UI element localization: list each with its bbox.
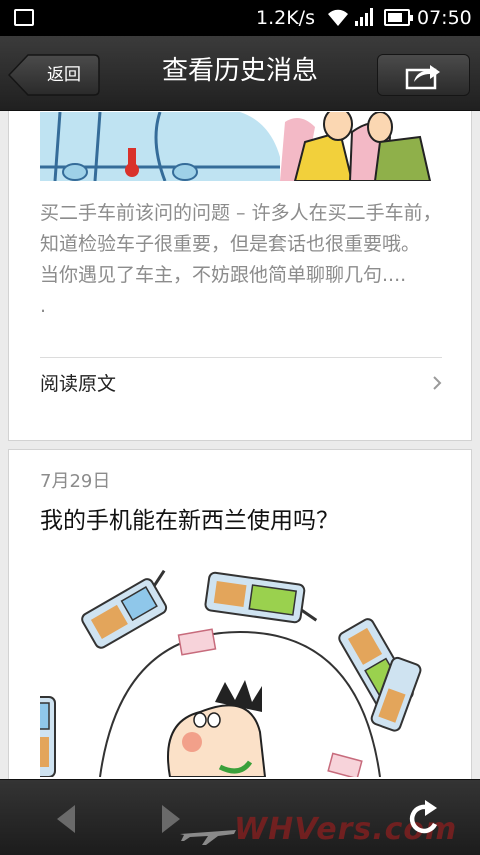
page-title: 查看历史消息 xyxy=(161,56,318,86)
status-bar: 1.2K/s 07:50 xyxy=(0,0,480,36)
share-icon xyxy=(405,65,440,90)
wifi-icon xyxy=(328,9,348,27)
back-button[interactable]: 返回 xyxy=(8,54,100,96)
read-original-link[interactable]: 阅读原文 xyxy=(40,358,442,410)
article-date: 7月29日 xyxy=(40,471,111,492)
title-bar: 返回 查看历史消息 xyxy=(0,36,480,111)
article-excerpt: 买二手车前该问的问题 – 许多人在买二手车前，知道检验车子很重要，但是套话也很重… xyxy=(40,198,450,322)
excerpt-line: 当你遇见了车主，不妨跟他简单聊聊几句.... xyxy=(40,264,407,286)
network-speed: 1.2K/s xyxy=(256,7,315,29)
article-card: 7月29日 我的手机能在新西兰使用吗？ xyxy=(8,449,472,779)
back-button-label: 返回 xyxy=(47,65,81,85)
read-original-label: 阅读原文 xyxy=(40,373,117,395)
signal-icon xyxy=(355,8,373,26)
excerpt-line: . xyxy=(40,295,47,317)
article-image[interactable] xyxy=(40,112,442,181)
clock: 07:50 xyxy=(417,7,472,29)
message-history-list[interactable]: 买二手车前该问的问题 – 许多人在买二手车前，知道检验车子很重要，但是套话也很重… xyxy=(0,111,480,779)
airplane-icon xyxy=(180,830,236,845)
share-button[interactable] xyxy=(377,54,470,96)
chevron-right-icon xyxy=(433,376,442,390)
arrow-left-icon[interactable] xyxy=(55,804,77,834)
excerpt-line: 买二手车前该问的问题 – 许多人在买二手车前，知道检验车子很重要，但是套话也很重… xyxy=(40,202,442,255)
article-title[interactable]: 我的手机能在新西兰使用吗？ xyxy=(40,501,339,535)
battery-icon xyxy=(384,9,413,26)
image-icon xyxy=(14,9,34,26)
refresh-icon[interactable] xyxy=(405,798,443,838)
article-image[interactable] xyxy=(24,562,460,779)
article-card: 买二手车前该问的问题 – 许多人在买二手车前，知道检验车子很重要，但是套话也很重… xyxy=(8,111,472,441)
bottom-toolbar: WHVers.com xyxy=(0,779,480,855)
